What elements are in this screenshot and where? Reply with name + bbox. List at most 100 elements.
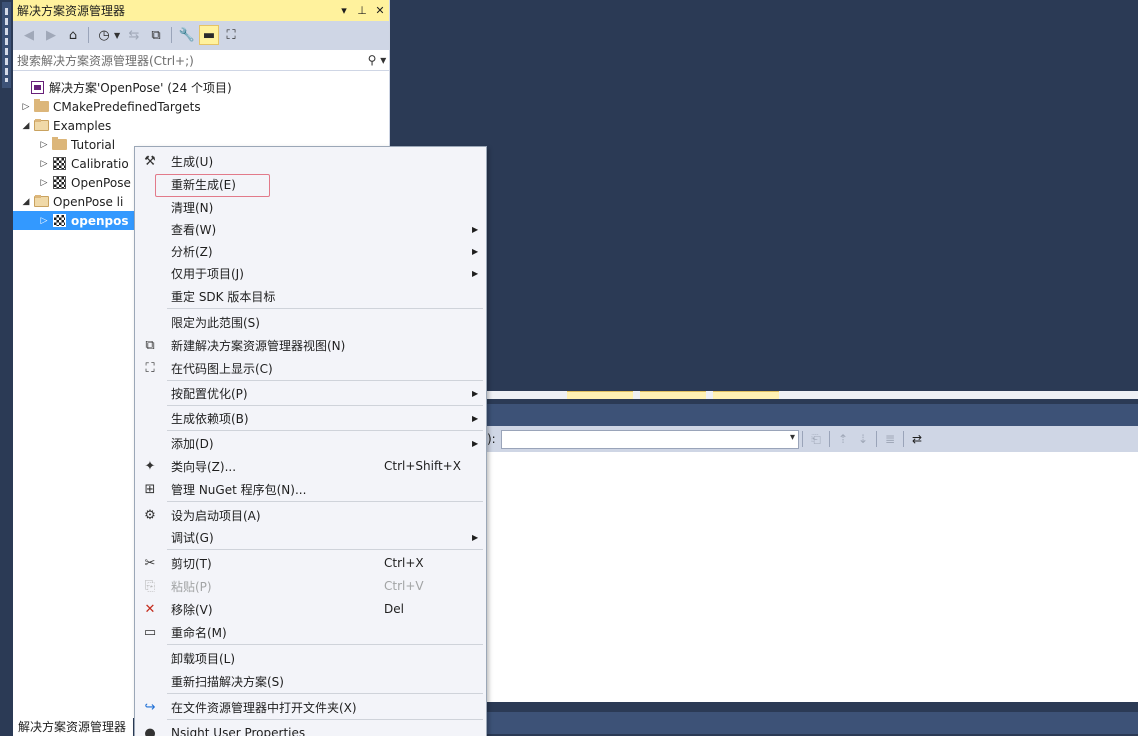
output-panel-body[interactable]: [487, 452, 1138, 702]
submenu-arrow-icon: ▶: [472, 388, 479, 398]
solution-explorer-search[interactable]: 搜索解决方案资源管理器(Ctrl+;) ⚲ ▾: [13, 49, 389, 71]
context-menu-item-label: 管理 NuGet 程序包(N)...: [171, 482, 307, 497]
context-menu-item-label: 仅用于项目(J): [171, 266, 244, 281]
search-input[interactable]: 搜索解决方案资源管理器(Ctrl+;): [17, 52, 365, 69]
word-wrap-icon[interactable]: ⇄: [907, 429, 927, 449]
output-source-dropdown[interactable]: [501, 429, 799, 449]
context-menu-item-9[interactable]: ⛶ 在代码图上显示(C): [135, 357, 486, 379]
context-menu-separator: [167, 308, 483, 309]
context-menu-item-22[interactable]: 重新扫描解决方案(S): [135, 670, 486, 692]
code-map-icon[interactable]: ⛶: [221, 25, 241, 45]
context-menu-item-5[interactable]: 仅用于项目(J) ▶: [135, 262, 486, 284]
context-menu-item-11[interactable]: 生成依赖项(B) ▶: [135, 407, 486, 429]
open-folder-icon: ↪: [144, 699, 156, 715]
rename-icon: ▭: [143, 624, 157, 640]
search-icon[interactable]: ⚲ ▾: [365, 53, 389, 67]
close-icon[interactable]: ✕: [371, 4, 389, 17]
back-icon[interactable]: ◀: [19, 25, 39, 45]
submenu-arrow-icon: ▶: [472, 268, 479, 278]
context-menu-item-8[interactable]: ⧉ 新建解决方案资源管理器视图(N): [135, 334, 486, 356]
find-message-icon[interactable]: ⎗: [806, 429, 826, 449]
context-menu-item-24[interactable]: ● Nsight User Properties: [135, 722, 486, 736]
tree-expander-icon[interactable]: ▷: [39, 159, 49, 169]
forward-icon[interactable]: ▶: [41, 25, 61, 45]
context-menu-separator: [167, 405, 483, 406]
home-icon[interactable]: ⌂: [63, 25, 83, 45]
preview-selected-items-icon[interactable]: ▬: [199, 25, 219, 45]
context-menu-item-10[interactable]: 按配置优化(P) ▶: [135, 382, 486, 404]
bottom-status-area: [487, 702, 1138, 736]
class-wizard-icon: ✦: [144, 458, 156, 474]
context-menu-item-3[interactable]: 查看(W) ▶: [135, 218, 486, 240]
tree-node-cmake-predefined-targets[interactable]: ▷ CMakePredefinedTargets: [13, 97, 389, 116]
project-icon: [51, 176, 67, 190]
context-menu-item-4[interactable]: 分析(Z) ▶: [135, 240, 486, 262]
tree-expander-icon[interactable]: ▷: [39, 140, 49, 150]
previous-message-icon[interactable]: ⇡: [833, 429, 853, 449]
collapse-all-icon[interactable]: ⧉: [146, 25, 166, 45]
context-menu-item-20[interactable]: ▭ 重命名(M): [135, 621, 486, 643]
gear-icon: ⚙: [144, 507, 156, 523]
solution-icon: [29, 81, 45, 95]
context-menu-separator: [167, 693, 483, 694]
context-menu-item-label: 生成依赖项(B): [171, 411, 249, 426]
context-menu-item-label: 调试(G): [171, 530, 214, 545]
folder-icon: [51, 137, 67, 152]
solution-explorer-title-bar: 解决方案资源管理器 ▾ ⊥ ✕: [13, 0, 389, 21]
tree-expander-icon[interactable]: ▷: [39, 178, 49, 188]
context-menu-separator: [167, 719, 483, 720]
tree-node-examples[interactable]: ◢ Examples: [13, 116, 389, 135]
document-tab[interactable]: [713, 391, 779, 399]
tree-node-label: Tutorial: [71, 137, 116, 152]
rebuild-highlight-box: [155, 174, 270, 197]
context-menu-item-15[interactable]: ⚙ 设为启动项目(A): [135, 504, 486, 526]
chevron-down-icon[interactable]: ▼: [114, 31, 122, 40]
new-view-icon: ⧉: [145, 337, 155, 353]
toolbar-separator: [876, 431, 877, 447]
solution-explorer-title: 解决方案资源管理器: [17, 4, 126, 18]
context-menu-item-label: 移除(V): [171, 602, 213, 617]
tree-expander-icon[interactable]: ▷: [21, 102, 31, 112]
wrench-icon[interactable]: 🔧: [177, 25, 197, 45]
context-menu-item-21[interactable]: 卸载项目(L): [135, 647, 486, 669]
context-menu-item-14[interactable]: ⊞ 管理 NuGet 程序包(N)...: [135, 478, 486, 500]
solution-explorer-toolbar: ◀ ▶ ⌂ ◷ ▼ ⇆ ⧉ 🔧 ▬ ⛶: [13, 21, 389, 49]
sync-icon[interactable]: ⇆: [124, 25, 144, 45]
context-menu-item-0[interactable]: ⚒ 生成(U): [135, 150, 486, 172]
nsight-icon: ●: [144, 725, 156, 736]
context-menu-item-23[interactable]: ↪ 在文件资源管理器中打开文件夹(X): [135, 696, 486, 718]
tree-node-solution[interactable]: 解决方案'OpenPose' (24 个项目): [13, 78, 389, 97]
context-menu-item-label: 重定 SDK 版本目标: [171, 289, 276, 304]
context-menu-item-shortcut: Ctrl+X: [384, 556, 424, 570]
tree-expander-icon[interactable]: ◢: [21, 121, 31, 131]
context-menu-item-7[interactable]: 限定为此范围(S): [135, 311, 486, 333]
tree-node-label: CMakePredefinedTargets: [53, 99, 201, 114]
vertical-tab-solution-explorer[interactable]: [2, 2, 11, 88]
context-menu-item-shortcut: Ctrl+Shift+X: [384, 459, 461, 473]
context-menu-item-label: 设为启动项目(A): [171, 508, 261, 523]
context-menu-item-17[interactable]: ✂ 剪切(T) Ctrl+X: [135, 552, 486, 574]
clear-all-icon[interactable]: ≣: [880, 429, 900, 449]
context-menu-item-13[interactable]: ✦ 类向导(Z)... Ctrl+Shift+X: [135, 455, 486, 477]
context-menu-item-12[interactable]: 添加(D) ▶: [135, 432, 486, 454]
document-tab[interactable]: [640, 391, 706, 399]
tree-expander-icon[interactable]: ▷: [39, 216, 49, 226]
left-side-strip: [0, 0, 13, 736]
context-menu-item-18[interactable]: ⎘ 粘贴(P) Ctrl+V: [135, 575, 486, 597]
context-menu-item-label: 限定为此范围(S): [171, 315, 260, 330]
tree-expander-icon[interactable]: ◢: [21, 197, 31, 207]
next-message-icon[interactable]: ⇣: [853, 429, 873, 449]
pin-icon[interactable]: ⊥: [353, 4, 371, 17]
context-menu-item-2[interactable]: 清理(N): [135, 196, 486, 218]
context-menu-item-6[interactable]: 重定 SDK 版本目标: [135, 285, 486, 307]
context-menu-separator: [167, 549, 483, 550]
context-menu-item-19[interactable]: ✕ 移除(V) Del: [135, 598, 486, 620]
toolbar-separator: [88, 27, 89, 43]
document-tab[interactable]: [567, 391, 633, 399]
pending-changes-filter-icon[interactable]: ◷: [94, 25, 114, 45]
context-menu-item-16[interactable]: 调试(G) ▶: [135, 526, 486, 548]
tree-node-label: Calibratio: [71, 156, 129, 171]
window-position-dropdown-icon[interactable]: ▾: [335, 4, 353, 17]
solution-explorer-bottom-tab[interactable]: 解决方案资源管理器: [13, 718, 133, 736]
output-panel-toolbar: ): ⎗ ⇡ ⇣ ≣ ⇄: [487, 426, 1138, 452]
